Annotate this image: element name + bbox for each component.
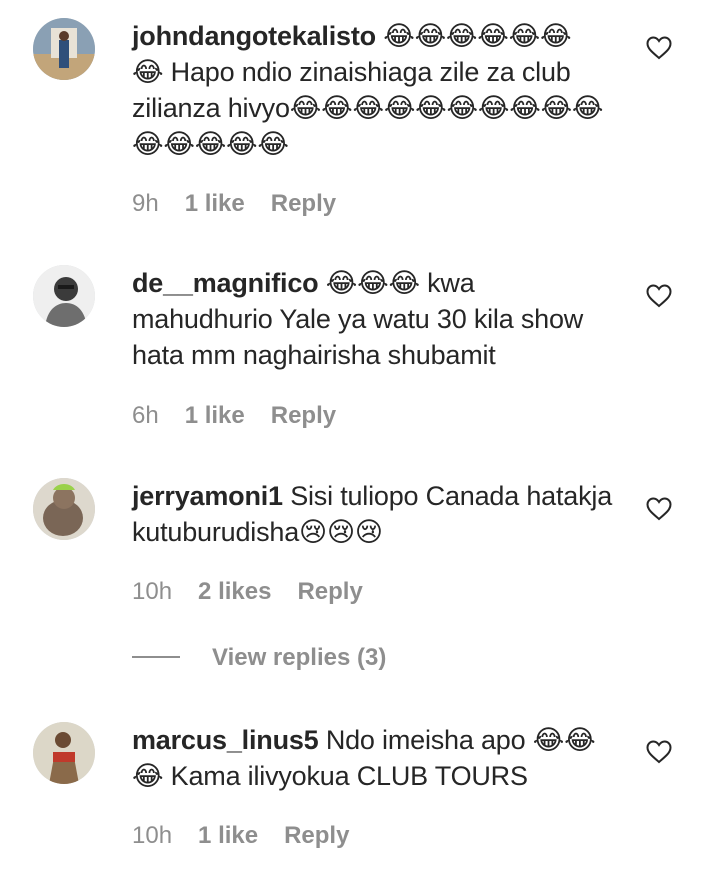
- username[interactable]: de__magnifico: [132, 268, 319, 298]
- avatar[interactable]: [33, 18, 95, 80]
- comment-text: 😂 Hapo ndio zinaishiaga zile za club zil…: [132, 57, 604, 159]
- comment-body: marcus_linus5 Ndo imeisha apo 😂😂 😂 Kama …: [132, 722, 622, 794]
- avatar-image: [33, 265, 95, 327]
- heart-icon[interactable]: [646, 497, 672, 521]
- avatar-image: [33, 722, 95, 784]
- reply-button[interactable]: Reply: [271, 190, 336, 218]
- emoji-row: 😂😂😂😂😂😂: [375, 21, 572, 51]
- view-replies-label[interactable]: View replies (3): [212, 644, 386, 671]
- timestamp: 9h: [132, 190, 159, 217]
- view-replies-divider: [132, 655, 180, 658]
- comment-body: de__magnifico 😂😂😂 kwa mahudhurio Yale ya…: [132, 265, 622, 373]
- likes-count[interactable]: 1 like: [185, 402, 245, 430]
- heart-icon[interactable]: [646, 284, 672, 308]
- reply-button[interactable]: Reply: [271, 402, 336, 430]
- timestamp: 10h: [132, 578, 173, 605]
- comment-meta: 10h 2 likes Reply: [132, 578, 363, 606]
- avatar-image: [33, 478, 95, 540]
- comment-body: jerryamoni1 Sisi tuliopo Canada hatakja …: [132, 478, 622, 550]
- avatar[interactable]: [33, 265, 95, 327]
- reply-button[interactable]: Reply: [284, 822, 349, 850]
- timestamp: 10h: [132, 822, 173, 849]
- comment-meta: 9h 1 like Reply: [132, 190, 336, 218]
- timestamp: 6h: [132, 402, 159, 429]
- reply-button[interactable]: Reply: [297, 578, 362, 606]
- username[interactable]: johndangotekalisto: [132, 21, 376, 51]
- username[interactable]: marcus_linus5: [132, 725, 319, 755]
- likes-count[interactable]: 1 like: [185, 190, 245, 218]
- likes-count[interactable]: 1 like: [198, 822, 258, 850]
- avatar-image: [33, 18, 95, 80]
- avatar[interactable]: [33, 478, 95, 540]
- likes-count[interactable]: 2 likes: [198, 578, 271, 606]
- comment-body: johndangotekalisto 😂😂😂😂😂😂 😂 Hapo ndio zi…: [132, 18, 622, 162]
- heart-icon[interactable]: [646, 36, 672, 60]
- comment-meta: 6h 1 like Reply: [132, 402, 336, 430]
- comment-meta: 10h 1 like Reply: [132, 822, 349, 850]
- view-replies-button[interactable]: View replies (3): [132, 643, 386, 673]
- heart-icon[interactable]: [646, 740, 672, 764]
- username[interactable]: jerryamoni1: [132, 481, 283, 511]
- avatar[interactable]: [33, 722, 95, 784]
